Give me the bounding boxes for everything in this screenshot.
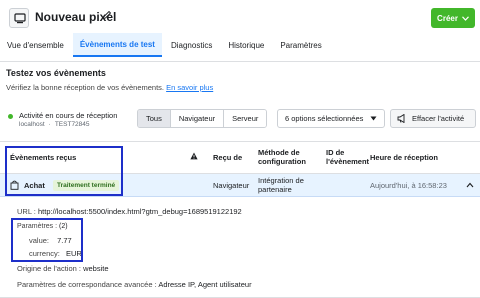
section-description: Vérifiez la bonne réception de vos évène… — [6, 83, 213, 92]
section-description-text: Vérifiez la bonne réception de vos évène… — [6, 83, 165, 92]
source-filter: Tous Navigateur Serveur — [137, 109, 268, 128]
pencil-icon[interactable] — [102, 10, 112, 22]
tab-test-events[interactable]: Évènements de test — [72, 33, 162, 57]
page-header: Nouveau pixel Créer Vue d'ensemble Évène… — [0, 0, 480, 62]
detail-url-label: URL : — [17, 207, 36, 216]
header-reception-time: Heure de réception — [370, 153, 438, 162]
create-button[interactable]: Créer — [431, 8, 475, 28]
filter-all-button[interactable]: Tous — [138, 110, 171, 127]
tab-bar: Vue d'ensemble Évènements de test Diagno… — [0, 33, 331, 62]
detail-origin-label: Origine de l'action : — [17, 264, 81, 273]
tab-diagnostics[interactable]: Diagnostics — [164, 33, 219, 57]
create-button-label: Créer — [437, 13, 458, 23]
learn-more-link[interactable]: En savoir plus — [166, 83, 213, 92]
tab-overview[interactable]: Vue d'ensemble — [0, 33, 71, 57]
chevron-up-icon[interactable] — [466, 182, 474, 188]
status-text: Activité en cours de réception — [19, 111, 118, 120]
status-host: localhost — [19, 121, 45, 128]
clear-activity-button[interactable]: Effacer l'activité — [390, 109, 476, 128]
filter-browser-button[interactable]: Navigateur — [170, 110, 225, 127]
detail-origin-value: website — [83, 264, 109, 273]
header-received-by: Reçu de — [213, 153, 243, 162]
status-dot-icon — [8, 114, 13, 119]
detail-origin: Origine de l'action : website — [17, 264, 109, 273]
header-event-id: ID de l'évènement — [326, 148, 370, 166]
warning-icon — [190, 152, 198, 160]
tab-history[interactable]: Historique — [221, 33, 271, 57]
megaphone-icon — [397, 114, 405, 123]
detail-url: URL : http://localhost:5500/index.html?g… — [17, 207, 242, 216]
clear-activity-label: Effacer l'activité — [412, 114, 465, 123]
status-test-code: TEST72845 — [54, 121, 90, 128]
detail-advanced-matching: Paramètres de correspondance avancée : A… — [17, 280, 252, 289]
highlight-box-parameters — [11, 218, 83, 262]
detail-url-value: http://localhost:5500/index.html?gtm_deb… — [38, 207, 242, 216]
row-reception-time: Aujourd'hui, à 16:58:23 — [370, 181, 447, 190]
row-received-by: Navigateur — [213, 181, 250, 190]
pixel-icon — [9, 8, 29, 28]
highlight-box-events — [5, 146, 123, 196]
row-configuration-method: Intégration de partenaire — [258, 176, 304, 194]
section-title: Testez vos évènements — [6, 68, 106, 78]
options-select-label: 6 options sélectionnées — [285, 114, 364, 123]
tab-settings[interactable]: Paramètres — [273, 33, 328, 57]
status-subline: localhost · TEST72845 — [19, 121, 90, 128]
header-configuration-method: Méthode de configuration — [258, 148, 306, 166]
chevron-down-icon — [462, 15, 469, 21]
options-select[interactable]: 6 options sélectionnées — [277, 109, 385, 128]
detail-advanced-label: Paramètres de correspondance avancée : — [17, 280, 157, 289]
filter-server-button[interactable]: Serveur — [224, 110, 267, 127]
status-separator: · — [48, 121, 51, 128]
detail-advanced-value: Adresse IP, Agent utilisateur — [158, 280, 252, 289]
chevron-down-icon — [370, 116, 377, 121]
